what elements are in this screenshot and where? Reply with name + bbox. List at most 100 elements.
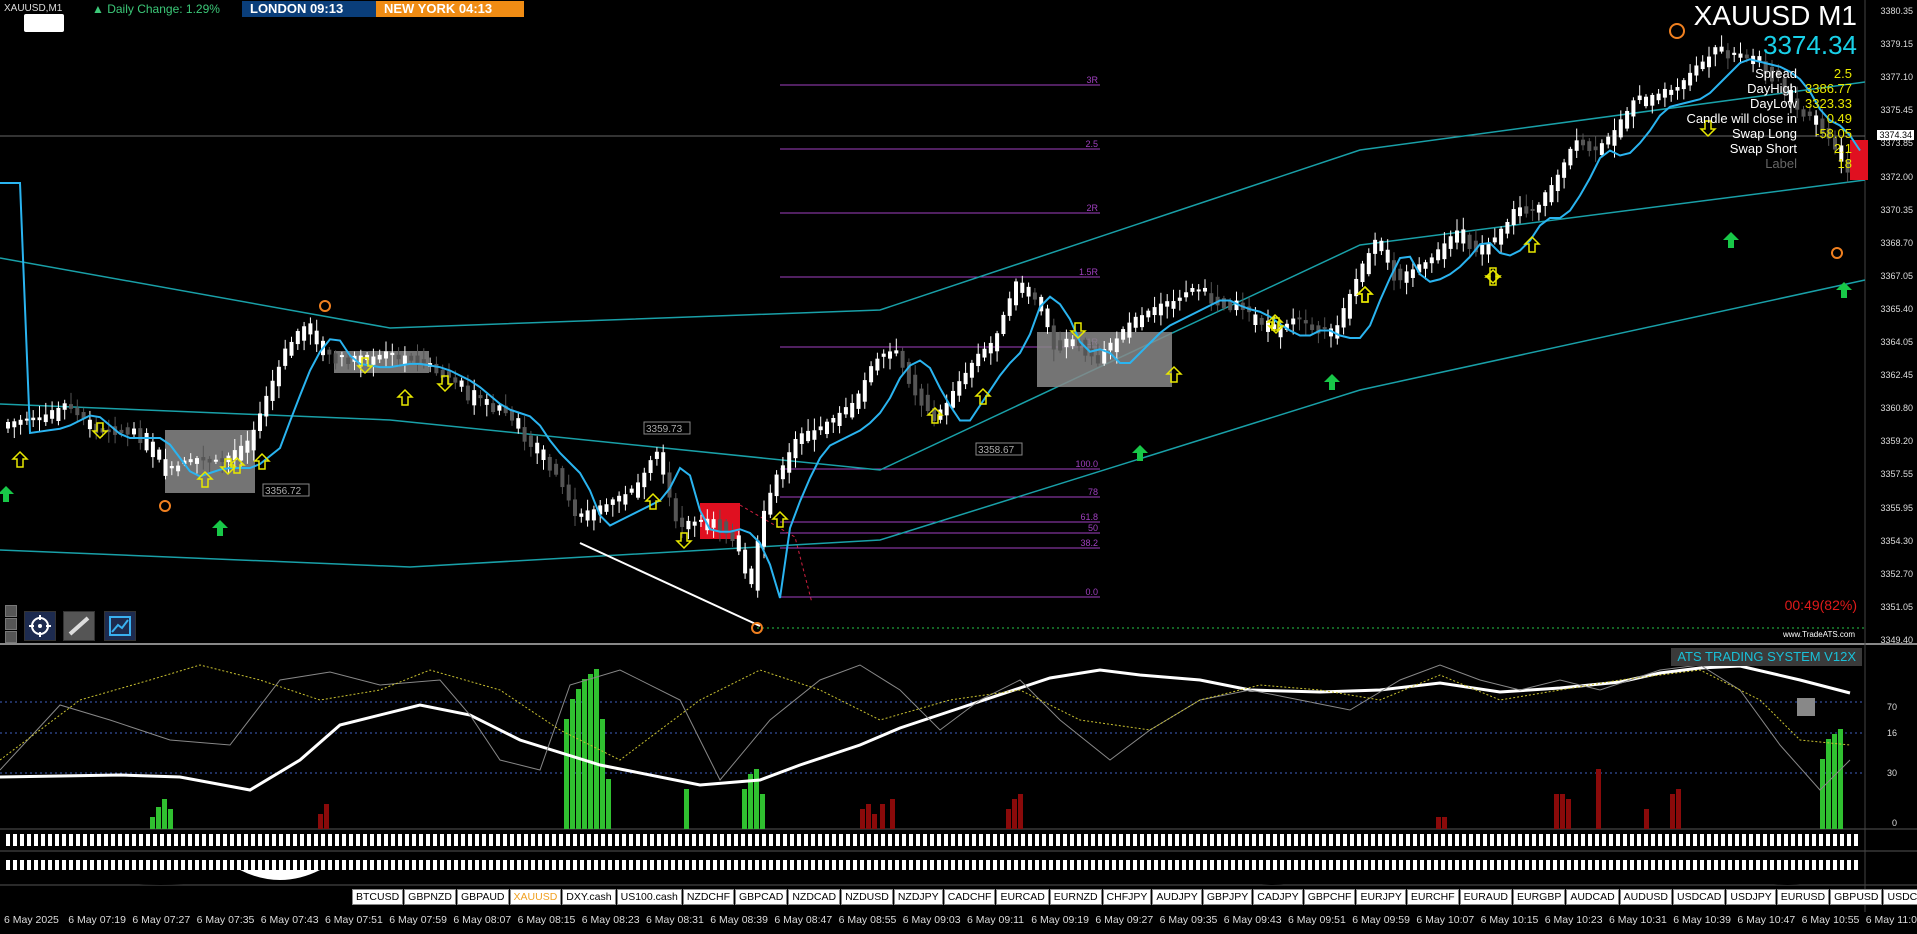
symbol-tab-gbpaud[interactable]: GBPAUD — [456, 889, 509, 905]
symbol-tab-cadchf[interactable]: CADCHF — [943, 889, 996, 905]
candle-body — [31, 417, 36, 421]
symbol-tab-us100cash[interactable]: US100.cash — [616, 889, 682, 905]
strip-bar — [454, 860, 458, 870]
strip-bar — [692, 834, 696, 846]
candle-body — [245, 440, 250, 453]
strip-bar — [482, 860, 486, 870]
indicator-marker — [1797, 698, 1815, 716]
symbol-tab-gbpcad[interactable]: GBPCAD — [735, 889, 788, 905]
strip-bar — [1301, 834, 1305, 846]
candle-body — [850, 402, 855, 418]
tool-toggle[interactable] — [5, 631, 17, 643]
strip-bar — [27, 834, 31, 846]
tool-toggle[interactable] — [5, 618, 17, 630]
candle-body — [1480, 244, 1485, 255]
strip-bar — [1462, 860, 1466, 870]
strip-bar — [1357, 834, 1361, 846]
symbol-tab-eurcad[interactable]: EURCAD — [996, 889, 1049, 905]
strip-hump — [240, 870, 320, 880]
chart-canvas[interactable]: 3R2.52R1.5R1R100.07861.85038.20.0 3359.7… — [0, 0, 1917, 934]
crosshair-icon[interactable] — [24, 611, 56, 641]
strip-bar — [1819, 860, 1823, 870]
candle-body — [1032, 292, 1037, 300]
symbol-tab-usdcad[interactable]: USDCAD — [1673, 889, 1726, 905]
symbol-tab-eurusd[interactable]: EURUSD — [1776, 889, 1830, 905]
symbol-tab-eurgbp[interactable]: EURGBP — [1512, 889, 1566, 905]
strip-bar — [867, 834, 871, 846]
symbol-tab-eurnzd[interactable]: EURNZD — [1049, 889, 1102, 905]
candle-body — [591, 509, 596, 521]
strip-bar — [1658, 834, 1662, 846]
symbol-tab-chfjpy[interactable]: CHFJPY — [1102, 889, 1152, 905]
tool-toggle[interactable] — [5, 605, 17, 617]
strip-bar — [342, 834, 346, 846]
one-click-trading-button[interactable] — [24, 14, 64, 32]
candle-body — [547, 456, 552, 471]
symbol-tab-gbpchf[interactable]: GBPCHF — [1303, 889, 1356, 905]
histo-bar-green — [570, 699, 575, 829]
symbol-tab-gbpusd[interactable]: GBPUSD — [1830, 889, 1883, 905]
symbol-tab-gbpjpy[interactable]: GBPJPY — [1202, 889, 1253, 905]
arrow-up-icon — [771, 510, 789, 528]
fib-label: 3R — [1086, 75, 1098, 85]
strip-bar — [1182, 860, 1186, 870]
strip-bar — [755, 834, 759, 846]
info-label: DayLow — [1750, 96, 1797, 111]
symbol-tab-gbpnzd[interactable]: GBPNZD — [404, 889, 456, 905]
symbol-tab-btcusd[interactable]: BTCUSD — [352, 889, 404, 905]
symbol-tab-xauusd[interactable]: XAUUSD — [509, 889, 562, 905]
symbol-tab-eurjpy[interactable]: EURJPY — [1356, 889, 1406, 905]
symbol-tab-eurchf[interactable]: EURCHF — [1406, 889, 1459, 905]
symbol-tab-cadjpy[interactable]: CADJPY — [1253, 889, 1303, 905]
strip-bar — [706, 834, 710, 846]
candle-body — [976, 353, 981, 367]
strip-bar — [769, 860, 773, 870]
candle-body — [988, 342, 993, 354]
symbol-tab-usdchf[interactable]: USDCHF — [1883, 889, 1917, 905]
strip-bar — [300, 834, 304, 846]
symbol-tab-usdjpy[interactable]: USDJPY — [1726, 889, 1776, 905]
strip-bar — [223, 860, 227, 870]
strip-bar — [97, 860, 101, 870]
strip-bar — [769, 834, 773, 846]
candle-body — [1625, 110, 1630, 129]
histo-bar-green — [168, 809, 173, 829]
strip-bar — [930, 834, 934, 846]
strip-bar — [545, 860, 549, 870]
ruler-icon[interactable] — [63, 611, 95, 641]
strip-bar — [1000, 834, 1004, 846]
strip-bar — [461, 834, 465, 846]
chart-line-icon[interactable] — [104, 611, 136, 641]
strip-bar — [510, 860, 514, 870]
symbol-tab-nzdcad[interactable]: NZDCAD — [788, 889, 841, 905]
candle-body — [409, 355, 414, 361]
strip-bar — [643, 860, 647, 870]
strip-bar — [160, 860, 164, 870]
symbol-tab-euraud[interactable]: EURAUD — [1459, 889, 1512, 905]
symbol-tab-audusd[interactable]: AUDUSD — [1619, 889, 1673, 905]
strip-bar — [1070, 860, 1074, 870]
strip-bar — [496, 834, 500, 846]
symbol-tab-nzdusd[interactable]: NZDUSD — [841, 889, 893, 905]
symbol-tab-audcad[interactable]: AUDCAD — [1566, 889, 1619, 905]
candle-body — [1398, 268, 1403, 281]
strip-bar — [230, 834, 234, 846]
strip-bar — [524, 860, 528, 870]
strip-bar — [1161, 834, 1165, 846]
candle-body — [636, 482, 640, 498]
strip-bar — [1294, 834, 1298, 846]
candle-body — [459, 380, 464, 387]
strip-bar — [1567, 860, 1571, 870]
strip-bar — [790, 834, 794, 846]
price-tick: 3364.05 — [1880, 337, 1913, 347]
strip-bar — [755, 860, 759, 870]
info-label: Swap Long — [1731, 126, 1797, 141]
strip-bar — [860, 860, 864, 870]
symbol-tab-dxycash[interactable]: DXY.cash — [562, 889, 616, 905]
symbol-tab-nzdchf[interactable]: NZDCHF — [682, 889, 734, 905]
price-tick: 3352.70 — [1880, 568, 1913, 579]
symbol-tab-audjpy[interactable]: AUDJPY — [1152, 889, 1202, 905]
strip-bar — [1756, 834, 1760, 846]
symbol-tab-nzdjpy[interactable]: NZDJPY — [893, 889, 943, 905]
time-tick: 6 May 07:59 — [389, 914, 447, 926]
